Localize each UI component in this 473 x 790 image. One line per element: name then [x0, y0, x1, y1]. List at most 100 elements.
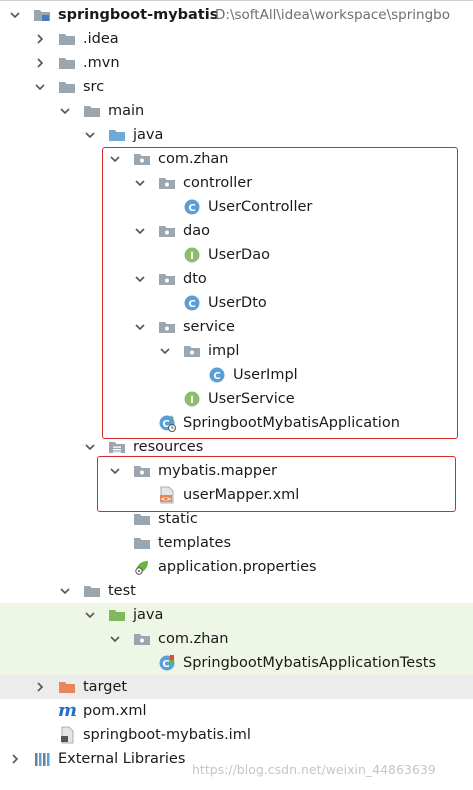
- top-border: [0, 0, 473, 1]
- chevron-down-icon[interactable]: [108, 152, 122, 166]
- tree-row-user-service[interactable]: I UserService: [0, 387, 473, 411]
- tree-label-application-tests: SpringbootMybatisApplicationTests: [183, 655, 436, 671]
- chevron-down-icon[interactable]: [133, 320, 147, 334]
- tree-label-application-properties: application.properties: [158, 559, 317, 575]
- class-icon: C: [183, 198, 201, 216]
- test-source-folder-icon: [108, 606, 126, 624]
- tree-row-static[interactable]: static: [0, 507, 473, 531]
- chevron-down-icon[interactable]: [133, 272, 147, 286]
- tree-row-target[interactable]: target: [0, 675, 473, 699]
- tree-row-controller[interactable]: controller: [0, 171, 473, 195]
- tree-row-root[interactable]: springboot-mybatis D:\softAll\idea\works…: [0, 3, 473, 27]
- tree-row-application-tests[interactable]: C SpringbootMybatisApplicationTests: [0, 651, 473, 675]
- chevron-down-icon[interactable]: [83, 128, 97, 142]
- resources-folder-icon: [108, 438, 126, 456]
- interface-icon: I: [183, 246, 201, 264]
- tree-label-root: springboot-mybatis: [58, 7, 219, 23]
- tree-label-resources: resources: [133, 439, 204, 455]
- tree-row-idea[interactable]: .idea: [0, 27, 473, 51]
- maven-icon: m: [58, 700, 78, 721]
- tree-row-user-dto[interactable]: C UserDto: [0, 291, 473, 315]
- tree-label-src: src: [83, 79, 105, 95]
- chevron-right-icon[interactable]: [33, 680, 47, 694]
- chevron-down-icon[interactable]: [58, 584, 72, 598]
- tree-row-user-impl[interactable]: C UserImpl: [0, 363, 473, 387]
- iml-file-icon: [58, 726, 76, 744]
- chevron-down-icon[interactable]: [108, 464, 122, 478]
- chevron-down-icon[interactable]: [133, 176, 147, 190]
- tree-row-src[interactable]: src: [0, 75, 473, 99]
- watermark: https://blog.csdn.net/weixin_44863639: [192, 762, 436, 777]
- svg-text:I: I: [190, 251, 194, 262]
- chevron-down-icon[interactable]: [108, 632, 122, 646]
- folder-icon: [83, 582, 101, 600]
- tree-row-dao[interactable]: dao: [0, 219, 473, 243]
- folder-icon: [58, 54, 76, 72]
- tree-label-user-dao: UserDao: [208, 247, 270, 263]
- tree-label-main: main: [108, 103, 145, 119]
- package-icon: [158, 222, 176, 240]
- tree-row-user-mapper[interactable]: <> userMapper.xml: [0, 483, 473, 507]
- chevron-right-icon[interactable]: [33, 32, 47, 46]
- tree-row-service[interactable]: service: [0, 315, 473, 339]
- package-icon: [133, 462, 151, 480]
- tree-row-application-properties[interactable]: application.properties: [0, 555, 473, 579]
- chevron-down-icon[interactable]: [58, 104, 72, 118]
- tree-label-controller: controller: [183, 175, 253, 191]
- svg-text:C: C: [162, 659, 169, 670]
- tree-row-templates[interactable]: templates: [0, 531, 473, 555]
- tree-label-dao: dao: [183, 223, 210, 239]
- package-icon: [133, 630, 151, 648]
- tree-label-mvn: .mvn: [83, 55, 120, 71]
- chevron-down-icon[interactable]: [83, 440, 97, 454]
- tree-row-impl[interactable]: impl: [0, 339, 473, 363]
- excluded-folder-icon: [58, 678, 76, 696]
- package-icon: [158, 174, 176, 192]
- chevron-right-icon[interactable]: [8, 752, 22, 766]
- tree-row-resources[interactable]: resources: [0, 435, 473, 459]
- chevron-down-icon[interactable]: [8, 8, 22, 22]
- tree-row-iml[interactable]: springboot-mybatis.iml: [0, 723, 473, 747]
- tree-row-test-java[interactable]: java: [0, 603, 473, 627]
- tree-row-user-controller[interactable]: C UserController: [0, 195, 473, 219]
- svg-text:C: C: [188, 299, 195, 310]
- folder-icon: [58, 30, 76, 48]
- chevron-down-icon[interactable]: [33, 80, 47, 94]
- class-icon: C: [208, 366, 226, 384]
- tree-row-main[interactable]: main: [0, 99, 473, 123]
- package-icon: [158, 270, 176, 288]
- folder-icon: [58, 78, 76, 96]
- chevron-down-icon[interactable]: [133, 224, 147, 238]
- tree-label-templates: templates: [158, 535, 232, 551]
- svg-text:I: I: [190, 395, 194, 406]
- folder-icon: [133, 534, 151, 552]
- package-icon: [158, 318, 176, 336]
- tree-row-pom[interactable]: m pom.xml: [0, 699, 473, 723]
- tree-row-dto[interactable]: dto: [0, 267, 473, 291]
- tree-label-external-libraries: External Libraries: [58, 751, 186, 767]
- tree-label-static: static: [158, 511, 198, 527]
- tree-row-mybatis-mapper[interactable]: mybatis.mapper: [0, 459, 473, 483]
- tree-row-application[interactable]: C SpringbootMybatisApplication: [0, 411, 473, 435]
- chevron-right-icon[interactable]: [33, 56, 47, 70]
- source-folder-icon: [108, 126, 126, 144]
- test-class-icon: C: [158, 654, 176, 672]
- svg-text:<>: <>: [161, 495, 172, 503]
- tree-label-test-com-zhan: com.zhan: [158, 631, 229, 647]
- chevron-down-icon[interactable]: [158, 344, 172, 358]
- tree-label-service: service: [183, 319, 235, 335]
- tree-label-user-impl: UserImpl: [233, 367, 298, 383]
- tree-row-mvn[interactable]: .mvn: [0, 51, 473, 75]
- tree-row-test-com-zhan[interactable]: com.zhan: [0, 627, 473, 651]
- tree-row-user-dao[interactable]: I UserDao: [0, 243, 473, 267]
- tree-label-user-dto: UserDto: [208, 295, 267, 311]
- tree-row-test[interactable]: test: [0, 579, 473, 603]
- tree-label-target: target: [83, 679, 128, 695]
- tree-row-java[interactable]: java: [0, 123, 473, 147]
- svg-text:C: C: [188, 203, 195, 214]
- tree-label-dto: dto: [183, 271, 207, 287]
- tree-label-pom: pom.xml: [83, 703, 147, 719]
- chevron-down-icon[interactable]: [83, 608, 97, 622]
- tree-label-user-controller: UserController: [208, 199, 313, 215]
- tree-row-com-zhan[interactable]: com.zhan: [0, 147, 473, 171]
